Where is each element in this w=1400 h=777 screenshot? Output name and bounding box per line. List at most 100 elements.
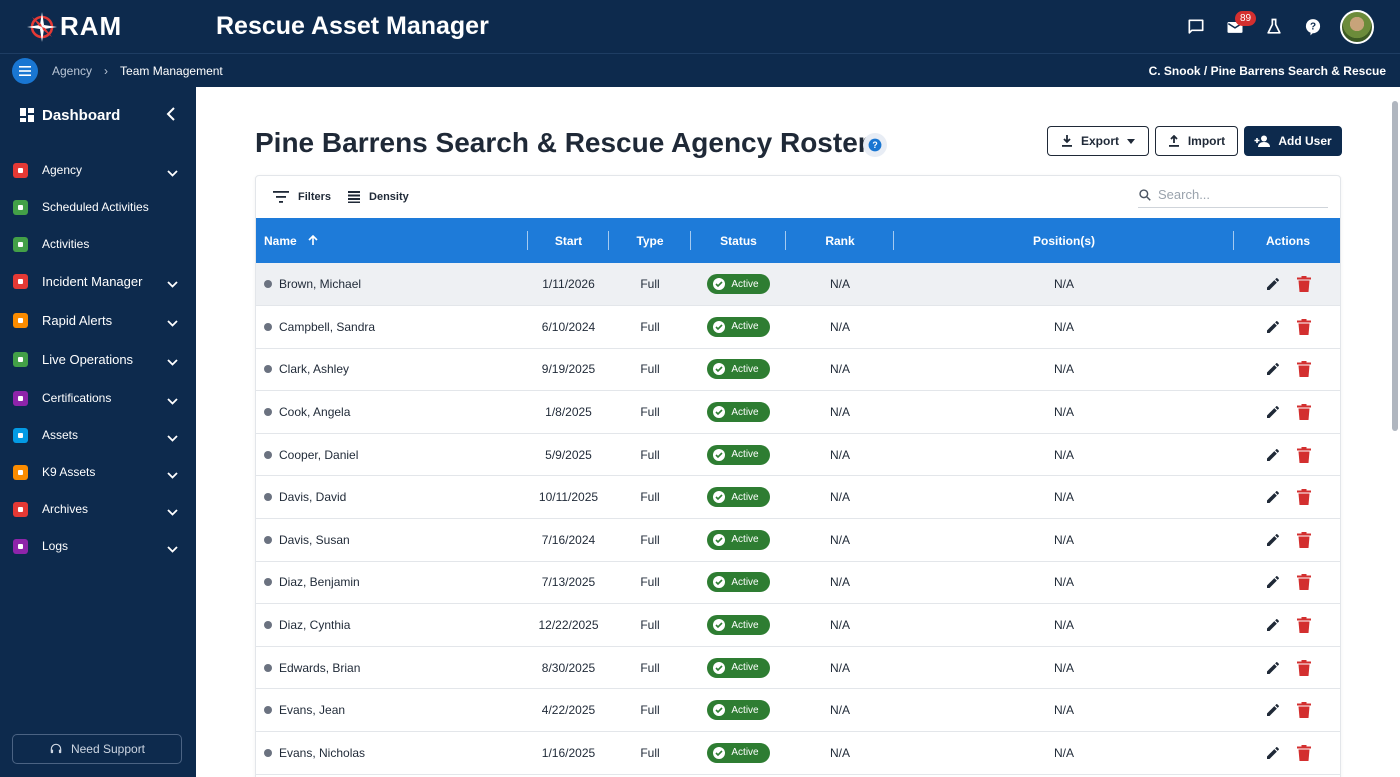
edit-icon[interactable] bbox=[1265, 447, 1281, 463]
edit-icon[interactable] bbox=[1265, 404, 1281, 420]
column-header-status[interactable]: Status bbox=[691, 218, 786, 263]
chevron-down-icon[interactable] bbox=[167, 542, 178, 556]
sidebar-item-rapid-alerts[interactable]: Rapid Alerts bbox=[0, 305, 196, 335]
cell-actions bbox=[1234, 561, 1340, 604]
page-scrollbar[interactable] bbox=[1392, 101, 1398, 431]
table-row[interactable]: Brown, Michael 1/11/2026 Full Active N/A N/A bbox=[256, 263, 1340, 306]
collapse-sidebar-icon[interactable] bbox=[166, 107, 176, 125]
cell-type: Full bbox=[640, 405, 660, 420]
chevron-down-icon[interactable] bbox=[167, 505, 178, 519]
sidebar-item-logs[interactable]: Logs bbox=[0, 531, 196, 561]
edit-icon[interactable] bbox=[1265, 617, 1281, 633]
delete-icon[interactable] bbox=[1297, 617, 1311, 634]
sidebar-item-scheduled-activities[interactable]: Scheduled Activities bbox=[0, 192, 196, 222]
help-icon[interactable]: ? bbox=[1293, 8, 1332, 47]
check-circle-icon bbox=[713, 448, 726, 461]
sidebar-item-archives[interactable]: Archives bbox=[0, 494, 196, 524]
delete-icon[interactable] bbox=[1297, 574, 1311, 591]
edit-icon[interactable] bbox=[1265, 660, 1281, 676]
sidebar-item-certifications[interactable]: Certifications bbox=[0, 383, 196, 413]
status-badge: Active bbox=[707, 402, 770, 423]
column-header-start[interactable]: Start bbox=[528, 218, 609, 263]
chevron-down-icon[interactable] bbox=[167, 431, 178, 445]
chevron-down-icon[interactable] bbox=[167, 355, 178, 369]
cell-actions bbox=[1234, 604, 1340, 647]
chevron-down-icon[interactable] bbox=[167, 468, 178, 482]
table-row[interactable]: Clark, Ashley 9/19/2025 Full Active N/A N/A bbox=[256, 348, 1340, 391]
edit-icon[interactable] bbox=[1265, 319, 1281, 335]
search-input[interactable] bbox=[1158, 187, 1318, 202]
sidebar-item-agency[interactable]: Agency bbox=[0, 155, 196, 185]
mail-icon[interactable]: 89 bbox=[1215, 8, 1257, 47]
sidebar-item-live-operations[interactable]: Live Operations bbox=[0, 344, 196, 374]
chevron-down-icon[interactable] bbox=[167, 277, 178, 291]
table-row[interactable]: Cook, Angela 1/8/2025 Full Active N/A N/A bbox=[256, 391, 1340, 434]
delete-icon[interactable] bbox=[1297, 659, 1311, 676]
table-row[interactable]: Davis, David 10/11/2025 Full Active N/A N/A bbox=[256, 476, 1340, 519]
cell-status: Active bbox=[691, 604, 786, 647]
delete-icon[interactable] bbox=[1297, 446, 1311, 463]
table-row[interactable]: Edwards, Brian 8/30/2025 Full Active N/A N/A bbox=[256, 646, 1340, 689]
cell-type: Full bbox=[640, 362, 660, 377]
sidebar-dashboard[interactable]: Dashboard bbox=[0, 87, 196, 143]
chat-icon[interactable] bbox=[1176, 8, 1215, 47]
column-header-name[interactable]: Name bbox=[256, 218, 528, 263]
export-button[interactable]: Export bbox=[1047, 126, 1149, 156]
page-help-icon[interactable]: ? bbox=[863, 133, 887, 157]
delete-icon[interactable] bbox=[1297, 361, 1311, 378]
add-user-button[interactable]: Add User bbox=[1244, 126, 1342, 156]
table-row[interactable]: Cooper, Daniel 5/9/2025 Full Active N/A N/A bbox=[256, 433, 1340, 476]
cell-name: Campbell, Sandra bbox=[256, 306, 528, 349]
table-row[interactable]: Davis, Susan 7/16/2024 Full Active N/A N/A bbox=[256, 519, 1340, 562]
check-circle-icon bbox=[713, 320, 726, 333]
delete-icon[interactable] bbox=[1297, 489, 1311, 506]
chevron-down-icon[interactable] bbox=[167, 316, 178, 330]
sidebar-item-incident-manager[interactable]: Incident Manager bbox=[0, 266, 196, 296]
sidebar-item-assets[interactable]: Assets bbox=[0, 420, 196, 450]
flask-icon[interactable] bbox=[1254, 8, 1293, 47]
delete-icon[interactable] bbox=[1297, 531, 1311, 548]
sidebar-item-activities[interactable]: Activities bbox=[0, 229, 196, 259]
table-row[interactable]: Campbell, Sandra 6/10/2024 Full Active N/A N/… bbox=[256, 306, 1340, 349]
sidebar-item-k9-assets[interactable]: K9 Assets bbox=[0, 457, 196, 487]
user-avatar[interactable] bbox=[1340, 10, 1374, 44]
edit-icon[interactable] bbox=[1265, 745, 1281, 761]
density-button[interactable]: Density bbox=[348, 191, 409, 203]
cell-status: Active bbox=[691, 433, 786, 476]
filters-button[interactable]: Filters bbox=[273, 191, 331, 203]
table-row[interactable]: Diaz, Cynthia 12/22/2025 Full Active N/A N/A bbox=[256, 604, 1340, 647]
breadcrumb-agency[interactable]: Agency bbox=[52, 64, 92, 78]
column-header-type[interactable]: Type bbox=[609, 218, 691, 263]
cell-status: Active bbox=[691, 646, 786, 689]
table-row[interactable]: Evans, Nicholas 1/16/2025 Full Active N/A N/A bbox=[256, 732, 1340, 775]
column-header-actions: Actions bbox=[1265, 233, 1310, 248]
filters-label: Filters bbox=[298, 191, 332, 203]
roster-data-grid: Filters Density Name bbox=[255, 175, 1341, 777]
delete-icon[interactable] bbox=[1297, 318, 1311, 335]
edit-icon[interactable] bbox=[1265, 702, 1281, 718]
chevron-down-icon[interactable] bbox=[167, 394, 178, 408]
sidebar-item-label: Logs bbox=[42, 539, 69, 553]
need-support-button[interactable]: Need Support bbox=[12, 734, 182, 764]
delete-icon[interactable] bbox=[1297, 404, 1311, 421]
table-row[interactable]: Evans, Jean 4/22/2025 Full Active N/A N/A bbox=[256, 689, 1340, 732]
top-app-bar: RAM Rescue Asset Manager 89 ? bbox=[0, 0, 1400, 54]
menu-toggle-button[interactable] bbox=[12, 57, 38, 84]
delete-icon[interactable] bbox=[1297, 744, 1311, 761]
app-logo[interactable]: RAM bbox=[26, 11, 206, 43]
edit-icon[interactable] bbox=[1265, 574, 1281, 590]
edit-icon[interactable] bbox=[1265, 361, 1281, 377]
edit-icon[interactable] bbox=[1265, 532, 1281, 548]
chevron-down-icon[interactable] bbox=[167, 166, 178, 180]
status-badge: Active bbox=[707, 316, 770, 337]
edit-icon[interactable] bbox=[1265, 489, 1281, 505]
column-header-positions[interactable]: Position(s) bbox=[894, 218, 1234, 263]
cell-actions bbox=[1234, 391, 1340, 434]
import-button[interactable]: Import bbox=[1155, 126, 1238, 156]
delete-icon[interactable] bbox=[1297, 276, 1311, 293]
edit-icon[interactable] bbox=[1265, 276, 1281, 292]
table-row[interactable]: Diaz, Benjamin 7/13/2025 Full Active N/A N/A bbox=[256, 561, 1340, 604]
cell-rank: N/A bbox=[829, 277, 850, 292]
column-header-rank[interactable]: Rank bbox=[786, 218, 894, 263]
delete-icon[interactable] bbox=[1297, 702, 1311, 719]
